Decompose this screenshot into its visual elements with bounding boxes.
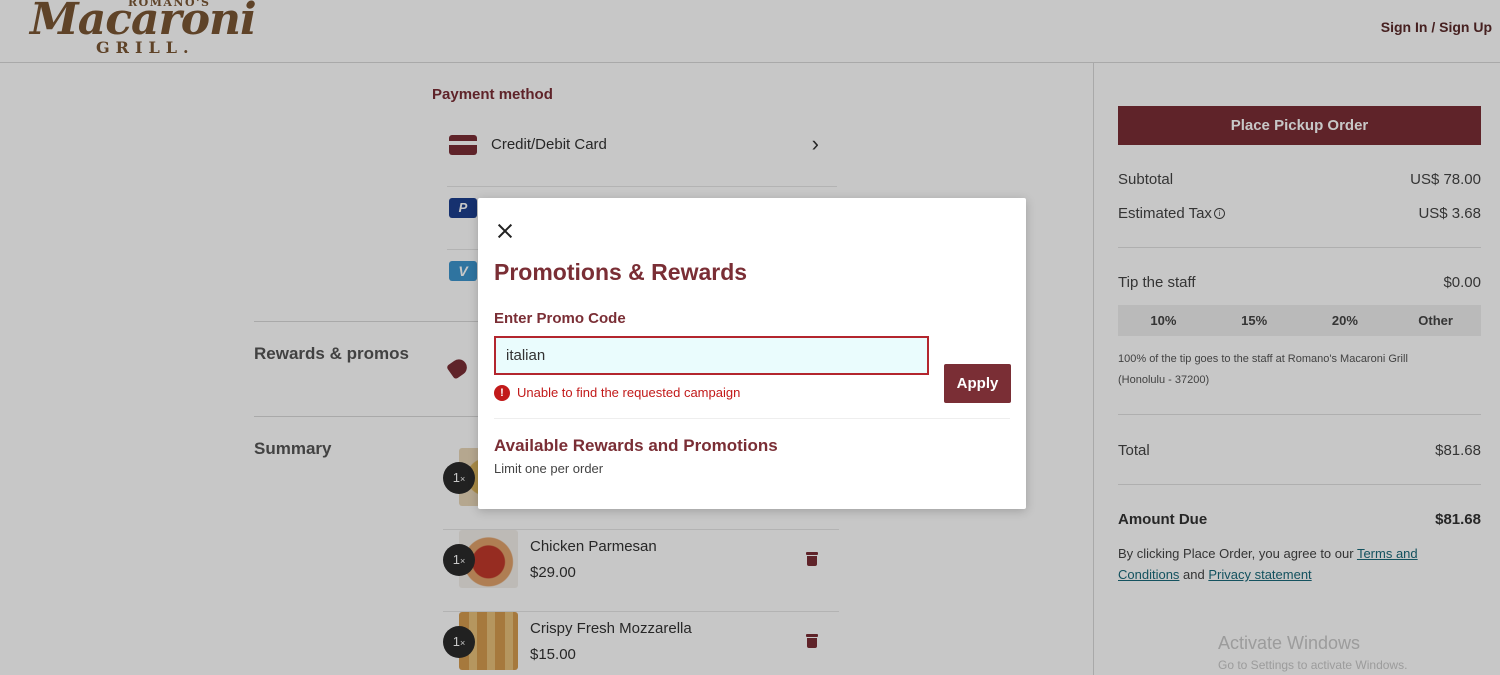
divider <box>494 418 1010 419</box>
apply-button[interactable]: Apply <box>944 364 1011 403</box>
error-icon: ! <box>494 385 510 401</box>
close-icon[interactable] <box>496 222 514 240</box>
limit-note: Limit one per order <box>494 461 604 476</box>
modal-title: Promotions & Rewards <box>494 259 748 285</box>
promo-code-label: Enter Promo Code <box>494 310 626 327</box>
available-rewards-title: Available Rewards and Promotions <box>494 436 778 455</box>
error-message: Unable to find the requested campaign <box>517 385 741 400</box>
promo-code-input[interactable] <box>494 336 929 375</box>
promotions-modal: Promotions & Rewards Enter Promo Code ! … <box>478 198 1026 509</box>
